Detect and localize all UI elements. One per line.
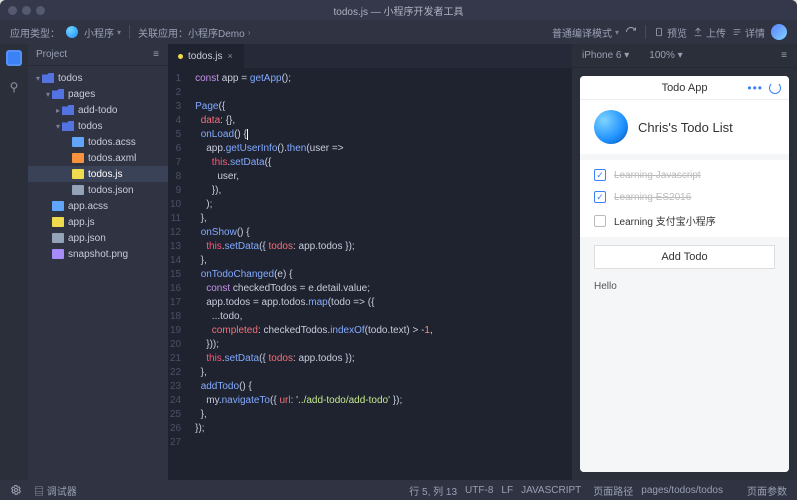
list-title: Chris's Todo List [638,120,733,135]
file-explorer: Project ≡ ▾todos▾pages▸add-todo▾todostod… [28,44,168,480]
hello-text: Hello [580,275,789,472]
ide-window: todos.js — 小程序开发者工具 应用类型： 小程序 ▾ 关联应用：小程序… [0,0,797,500]
profile-header: Chris's Todo List [580,100,789,154]
checkbox-icon[interactable] [594,215,606,227]
cursor-position[interactable]: 行 5, 列 13 [409,483,457,498]
tree-item-add-todo[interactable]: ▸add-todo [28,102,168,118]
tree-item-snapshot-png[interactable]: snapshot.png [28,246,168,262]
page-path-label: 页面路径 [593,483,633,498]
tree-item-todos-js[interactable]: todos.js [28,166,168,182]
todo-item[interactable]: Learning 支付宝小程序 [580,208,789,233]
eol[interactable]: LF [501,485,513,496]
code-area[interactable]: 1234567891011121314151617181920212223242… [168,68,572,480]
app-title: Todo App [662,82,708,94]
titlebar: todos.js — 小程序开发者工具 [0,0,797,20]
profile-avatar [594,110,628,144]
explorer-icon[interactable] [6,50,22,66]
tree-item-todos-json[interactable]: todos.json [28,182,168,198]
upload-button[interactable]: 上传 [693,25,726,40]
tree-item-todos-acss[interactable]: todos.acss [28,134,168,150]
more-icon[interactable]: ••• [747,81,763,95]
checkbox-icon[interactable]: ✓ [594,169,606,181]
refresh-button[interactable] [625,26,637,38]
simulator-menu-icon[interactable]: ≡ [781,50,787,61]
device-selector[interactable]: iPhone 6 ▾ [582,50,629,61]
user-avatar[interactable] [771,24,787,40]
page-path[interactable]: pages/todos/todos [641,485,723,496]
language-mode[interactable]: JAVASCRIPT [521,485,581,496]
preview-button[interactable]: 预览 [654,25,687,40]
statusbar: ▤ 调试器 行 5, 列 13 UTF-8 LF JAVASCRIPT 页面路径… [0,480,797,500]
search-icon[interactable]: ⚲ [10,80,19,94]
tab-label: todos.js [188,51,222,62]
tree-item-todos[interactable]: ▾todos [28,70,168,86]
sidebar-title: Project [36,49,67,60]
checkbox-icon[interactable]: ✓ [594,191,606,203]
debugger-button[interactable]: ▤ 调试器 [34,483,77,498]
tab-todos-js[interactable]: todos.js × [168,44,244,68]
app-titlebar: Todo App ••• [580,76,789,100]
app-icon [66,26,78,38]
linked-app-selector[interactable]: 关联应用：小程序Demo › [138,25,250,40]
code-editor: todos.js × 12345678910111213141516171819… [168,44,572,480]
device-frame: Todo App ••• Chris's Todo List ✓Learning… [580,76,789,472]
tree-item-pages[interactable]: ▾pages [28,86,168,102]
compile-mode-selector[interactable]: 普通编译模式 ▾ [552,25,619,40]
app-name-selector[interactable]: 小程序 ▾ [84,25,121,40]
window-title: todos.js — 小程序开发者工具 [0,3,797,18]
encoding[interactable]: UTF-8 [465,485,493,496]
editor-tabs: todos.js × [168,44,572,68]
file-tree[interactable]: ▾todos▾pages▸add-todo▾todostodos.acsstod… [28,66,168,480]
sidebar-menu-icon[interactable]: ≡ [153,49,160,60]
settings-icon[interactable] [10,484,22,496]
close-tab-icon[interactable]: × [227,51,232,61]
top-toolbar: 应用类型： 小程序 ▾ 关联应用：小程序Demo › 普通编译模式 ▾ 预览 上… [0,20,797,44]
page-params-button[interactable]: 页面参数 [747,483,787,498]
zoom-selector[interactable]: 100% ▾ [649,50,682,61]
tree-item-app-json[interactable]: app.json [28,230,168,246]
activity-bar: ⚲ [0,44,28,480]
simulator-panel: iPhone 6 ▾ 100% ▾ ≡ Todo App ••• Chris's… [572,44,797,480]
todo-item[interactable]: ✓Learning ES2016 [580,186,789,208]
reload-icon[interactable] [769,82,781,94]
tree-item-app-js[interactable]: app.js [28,214,168,230]
tree-item-todos-axml[interactable]: todos.axml [28,150,168,166]
details-button[interactable]: 详情 [732,25,765,40]
todo-item[interactable]: ✓Learning Javascript [580,164,789,186]
app-type-label: 应用类型： [10,25,60,40]
tree-item-app-acss[interactable]: app.acss [28,198,168,214]
tree-item-todos[interactable]: ▾todos [28,118,168,134]
add-todo-button[interactable]: Add Todo [594,245,775,269]
modified-indicator-icon [178,54,183,59]
todo-list: ✓Learning Javascript✓Learning ES2016Lear… [580,160,789,237]
